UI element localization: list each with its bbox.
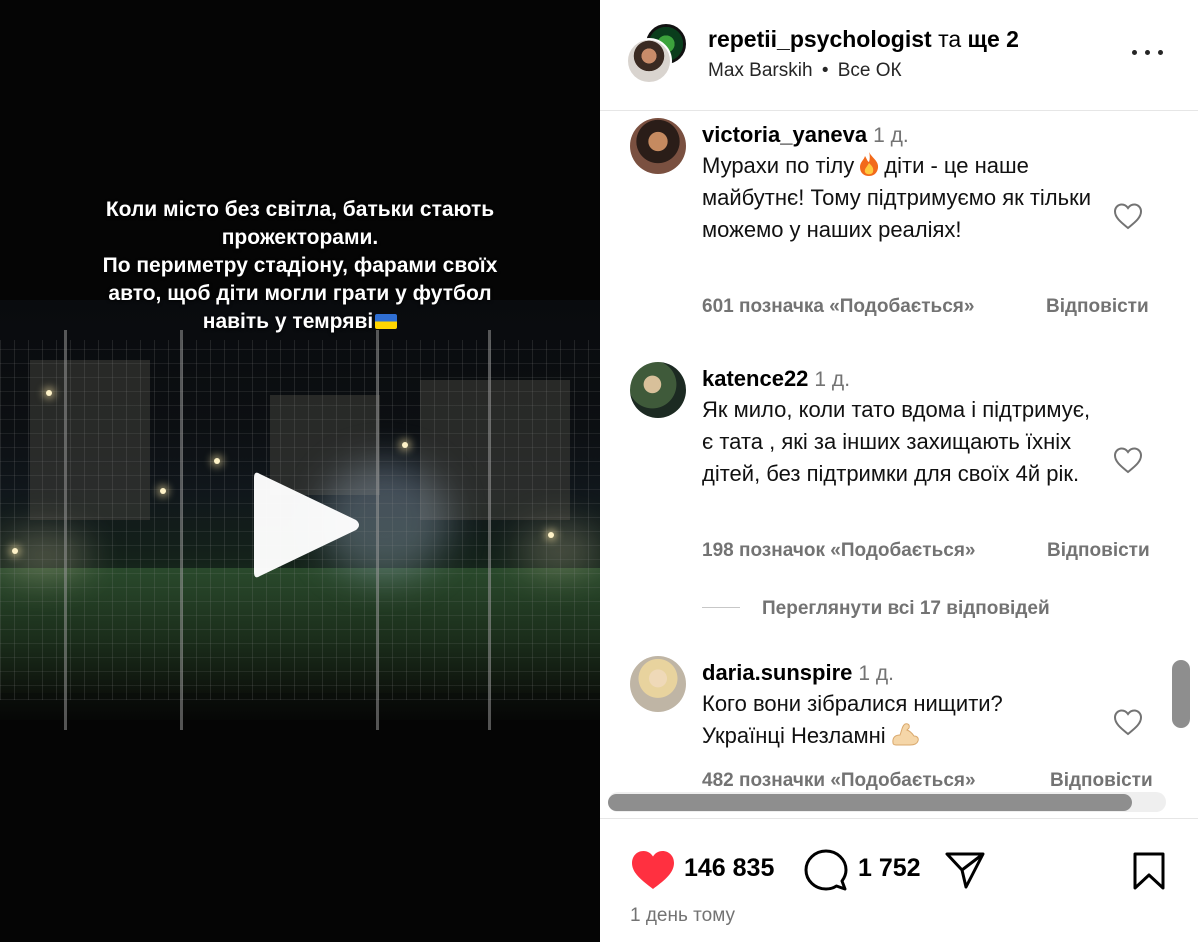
comment-time: 1 д.	[814, 368, 851, 391]
comment-text: Кого вони зібралися нищити? Українці Нез…	[702, 688, 1102, 752]
ukraine-flag-icon	[375, 314, 398, 329]
street-light	[548, 532, 554, 538]
fire-emoji-icon	[860, 152, 879, 176]
post-header: repetii_psychologist та ще 2 Max Barskih…	[600, 0, 1198, 111]
post-panel: repetii_psychologist та ще 2 Max Barskih…	[600, 0, 1200, 942]
vertical-scrollbar[interactable]	[1172, 660, 1190, 728]
comment-text: Мурахи по тілу діти - це наше майбутнє! Т…	[702, 150, 1102, 246]
video-caption: Коли місто без світла, батьки стають про…	[40, 196, 560, 336]
comment-likes-count[interactable]: 198 позначок «Подобається»	[702, 540, 976, 562]
comment-like-heart-icon[interactable]	[1113, 446, 1143, 474]
street-light	[12, 548, 18, 554]
avatar[interactable]	[626, 38, 672, 84]
comments-count[interactable]: 1 752	[858, 854, 921, 883]
comment-like-heart-icon[interactable]	[1113, 708, 1143, 736]
avatar[interactable]	[630, 118, 686, 174]
comment-likes-count[interactable]: 601 позначка «Подобається»	[702, 296, 974, 318]
comment-username: victoria_yaneva 1 д.	[702, 122, 909, 148]
caption-line: Коли місто без світла, батьки стають	[105, 198, 495, 221]
fence-post	[376, 330, 379, 730]
play-icon[interactable]	[248, 466, 366, 584]
caption-line-text: навіть у темряві	[202, 310, 374, 333]
author-username[interactable]: repetii_psychologist	[708, 26, 932, 52]
comment-username-link[interactable]: katence22	[702, 366, 808, 391]
more-authors-link[interactable]: ще 2	[968, 26, 1019, 52]
comment-like-heart-icon[interactable]	[1113, 202, 1143, 230]
reply-button[interactable]: Відповісти	[1046, 296, 1149, 318]
comments-list[interactable]: victoria_yaneva 1 д. Мурахи по тілу діти -…	[600, 112, 1198, 802]
bookmark-icon[interactable]	[1132, 851, 1166, 891]
caption-line: авто, щоб діти могли грати у футбол	[108, 282, 492, 305]
comment-text: Як мило, коли тато вдома і підтримує, є …	[702, 397, 1091, 486]
comment-icon[interactable]	[804, 849, 848, 893]
caption-line: навіть у темряві	[40, 308, 560, 336]
comment-username-link[interactable]: victoria_yaneva	[702, 122, 867, 147]
view-replies-label[interactable]: Переглянути всі 17 відповідей	[762, 598, 1050, 619]
like-heart-icon[interactable]	[630, 849, 676, 891]
street-light	[46, 390, 52, 396]
fence-post	[180, 330, 183, 730]
caption-line: По периметру стадіону, фарами своїх	[102, 254, 498, 277]
post-authors: repetii_psychologist та ще 2	[708, 26, 1019, 53]
post-timestamp: 1 день тому	[630, 905, 736, 926]
view-replies-button[interactable]: Переглянути всі 17 відповідей	[702, 598, 1050, 620]
reply-button[interactable]: Відповісти	[1050, 770, 1153, 792]
comment-text-line: Кого вони зібралися нищити?	[702, 691, 1003, 716]
street-light	[214, 458, 220, 464]
comment-username: daria.sunspire 1 д.	[702, 660, 894, 686]
post-actions: 146 835 1 752 1 день тому	[600, 818, 1198, 942]
caption-line: прожекторами.	[221, 226, 379, 249]
video-player[interactable]: Коли місто без світла, батьки стають про…	[0, 0, 600, 942]
audio-artist[interactable]: Max Barskih	[708, 60, 813, 81]
likes-count[interactable]: 146 835	[684, 854, 774, 883]
audio-separator: •	[821, 60, 829, 81]
comment-text-line: Українці Незламні	[702, 720, 1102, 752]
divider	[702, 607, 740, 608]
comment-text-part: Мурахи по тілу	[702, 153, 855, 178]
more-options-icon[interactable]	[1132, 40, 1164, 64]
share-icon[interactable]	[944, 850, 986, 890]
flexed-biceps-emoji-icon	[892, 723, 919, 746]
street-light	[160, 488, 166, 494]
fence-post	[64, 330, 67, 730]
audio-song[interactable]: Все ОК	[838, 60, 902, 81]
street-light	[402, 442, 408, 448]
audio-info[interactable]: Max Barskih • Все ОК	[708, 60, 902, 82]
reply-button[interactable]: Відповісти	[1047, 540, 1150, 562]
authors-connector: та	[938, 26, 962, 52]
comment-time: 1 д.	[858, 662, 894, 685]
avatar[interactable]	[630, 362, 686, 418]
avatar[interactable]	[630, 656, 686, 712]
comment-text-part: Українці Незламні	[702, 723, 886, 748]
fence-post	[488, 330, 491, 730]
comment-username: katence22 1 д.	[702, 366, 850, 392]
horizontal-scrollbar[interactable]	[608, 794, 1132, 811]
comment-username-link[interactable]: daria.sunspire	[702, 660, 852, 685]
comment-time: 1 д.	[873, 124, 909, 147]
author-avatars[interactable]	[626, 22, 690, 86]
comment-likes-count[interactable]: 482 позначки «Подобається»	[702, 770, 976, 792]
